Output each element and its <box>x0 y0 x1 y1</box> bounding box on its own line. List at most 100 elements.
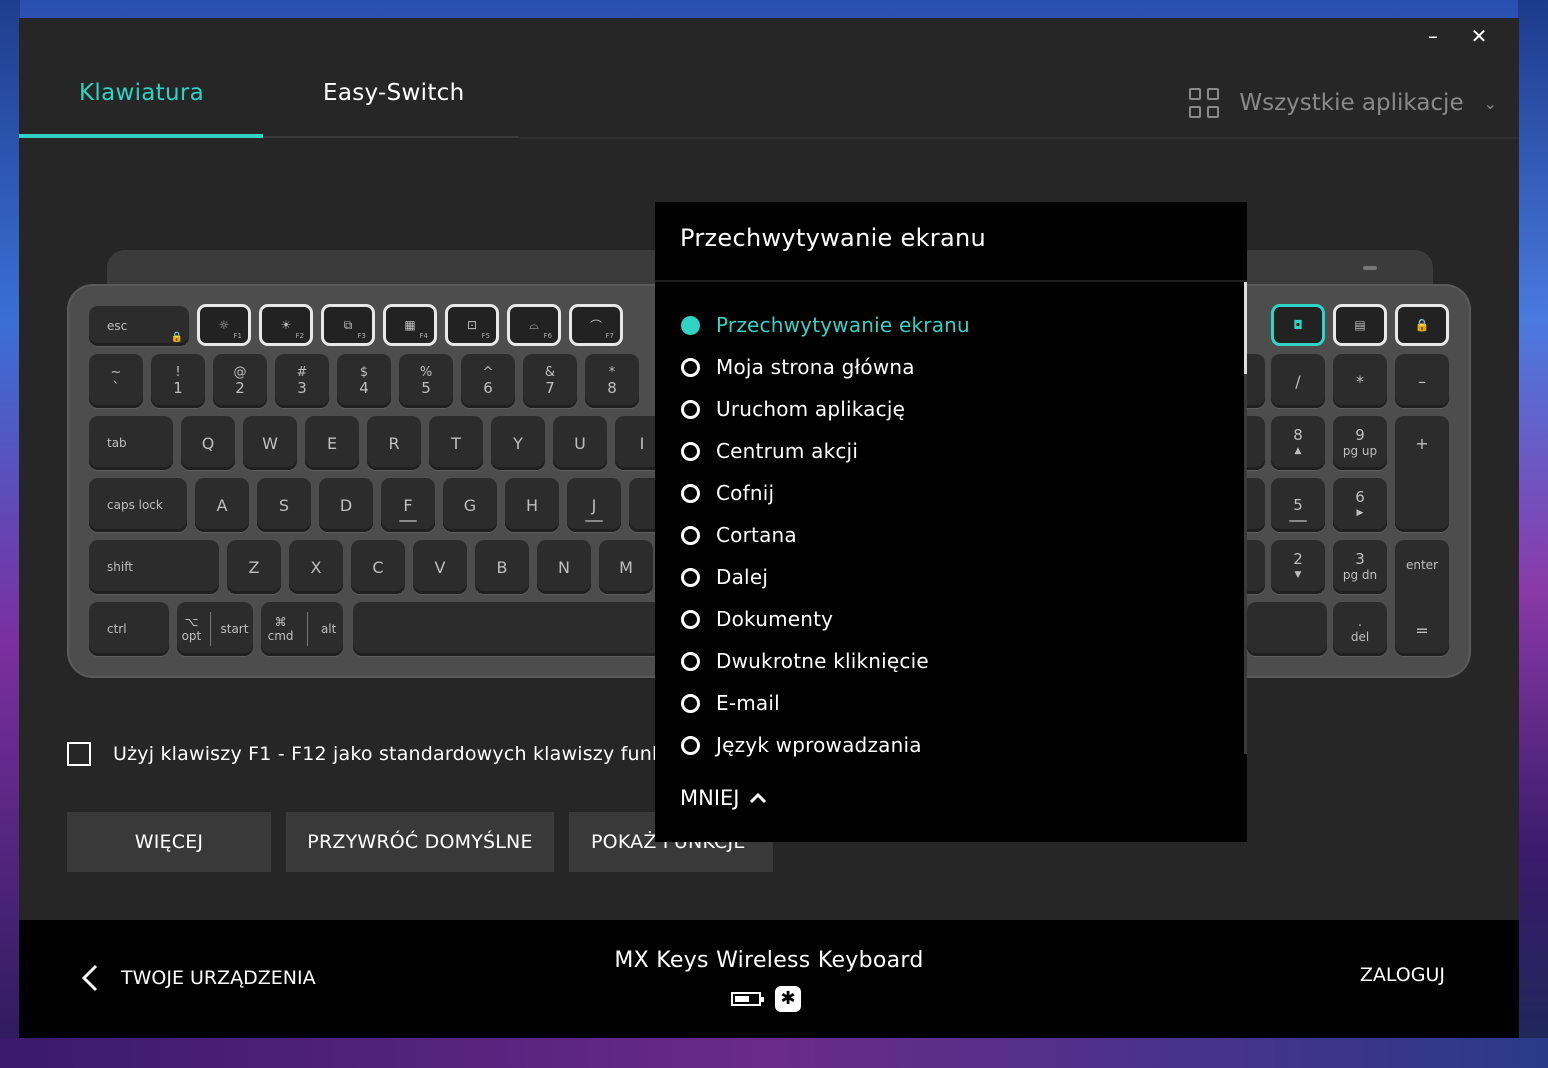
action-option-input-language[interactable]: Język wprowadzania <box>681 724 970 766</box>
key-num-minus[interactable]: – <box>1395 354 1449 408</box>
key-ctrl[interactable]: ctrl <box>89 602 169 656</box>
login-button[interactable]: ZALOGUJ <box>1360 964 1445 986</box>
key-tilde[interactable]: ~ ` <box>89 354 143 408</box>
fkeys-standard-checkbox[interactable] <box>67 742 91 766</box>
key-b[interactable]: B <box>475 540 529 594</box>
key-num-9[interactable]: 9 pg up <box>1333 416 1387 470</box>
key-5[interactable]: % 5 <box>399 354 453 408</box>
tab-keyboard[interactable]: Klawiatura <box>79 80 204 106</box>
action-option-home-page[interactable]: Moja strona główna <box>681 346 970 388</box>
key-f6-sub: F6 <box>543 332 552 340</box>
key-shift[interactable]: shift <box>89 540 219 594</box>
more-button[interactable]: WIĘCEJ <box>67 812 271 872</box>
action-option-label: Uruchom aplikację <box>716 397 906 421</box>
key-num-2[interactable]: 2 ▼ <box>1271 540 1325 594</box>
key-screen-capture[interactable]: ◘ <box>1271 304 1325 346</box>
header-divider <box>519 137 1519 139</box>
key-num-enter[interactable]: enter = <box>1395 540 1449 656</box>
action-option-launch-app[interactable]: Uruchom aplikację <box>681 388 970 430</box>
key-num-5[interactable]: 5 <box>1271 478 1325 532</box>
key-3-top: # <box>296 365 308 380</box>
key-8[interactable]: * 8 <box>585 354 639 408</box>
key-y[interactable]: Y <box>491 416 545 470</box>
key-num-slash[interactable]: / <box>1271 354 1325 408</box>
key-esc[interactable]: esc 🔒 <box>89 306 189 346</box>
key-z[interactable]: Z <box>227 540 281 594</box>
key-g[interactable]: G <box>443 478 497 532</box>
key-x[interactable]: X <box>289 540 343 594</box>
key-m[interactable]: M <box>599 540 653 594</box>
action-option-action-center[interactable]: Centrum akcji <box>681 430 970 472</box>
key-num-star[interactable]: * <box>1333 354 1387 408</box>
task-view-icon: ⧉ <box>343 317 353 332</box>
key-w[interactable]: W <box>243 416 297 470</box>
application-selector[interactable]: Wszystkie aplikacje ⌄ <box>1189 88 1497 118</box>
close-button[interactable]: ✕ <box>1467 24 1491 48</box>
key-s[interactable]: S <box>257 478 311 532</box>
action-option-label: Moja strona główna <box>716 355 915 379</box>
battery-icon <box>731 992 764 1006</box>
key-f7[interactable]: ⌒ F7 <box>569 304 623 346</box>
key-num-8[interactable]: 8 ▲ <box>1271 416 1325 470</box>
key-f6[interactable]: ⌓ F6 <box>507 304 561 346</box>
key-num-6[interactable]: 6 ▶ <box>1333 478 1387 532</box>
key-7[interactable]: & 7 <box>523 354 577 408</box>
radio-selected-icon <box>681 315 700 335</box>
key-e[interactable]: E <box>305 416 359 470</box>
key-u[interactable]: U <box>553 416 607 470</box>
key-space[interactable] <box>353 602 673 656</box>
key-a[interactable]: A <box>195 478 249 532</box>
key-3[interactable]: #3 <box>275 354 329 408</box>
action-option-label: Cortana <box>716 523 797 547</box>
key-context-menu[interactable]: ▤ <box>1333 304 1387 346</box>
key-v[interactable]: V <box>413 540 467 594</box>
key-2-bottom: 2 <box>235 379 245 397</box>
action-option-forward[interactable]: Dalej <box>681 556 970 598</box>
show-less-button[interactable]: MNIEJ <box>680 786 767 810</box>
key-r[interactable]: R <box>367 416 421 470</box>
key-h[interactable]: H <box>505 478 559 532</box>
key-num-equals-label: = <box>1415 621 1429 640</box>
key-d[interactable]: D <box>319 478 373 532</box>
action-option-email[interactable]: E-mail <box>681 682 970 724</box>
radio-icon <box>681 357 700 377</box>
restore-defaults-button[interactable]: PRZYWRÓĆ DOMYŚLNE <box>286 812 554 872</box>
key-q[interactable]: Q <box>181 416 235 470</box>
key-1[interactable]: ! 1 <box>151 354 205 408</box>
action-option-screen-capture[interactable]: Przechwytywanie ekranu <box>681 304 970 346</box>
key-4[interactable]: $4 <box>337 354 391 408</box>
key-j[interactable]: J <box>567 478 621 532</box>
key-lock[interactable]: 🔒 <box>1395 304 1449 346</box>
key-f[interactable]: F <box>381 478 435 532</box>
key-cmd-alt[interactable]: ⌘ cmd alt <box>261 602 343 656</box>
key-c[interactable]: C <box>351 540 405 594</box>
action-option-double-click[interactable]: Dwukrotne kliknięcie <box>681 640 970 682</box>
key-tab[interactable]: tab <box>89 416 173 470</box>
key-tilde-top: ~ <box>110 365 122 380</box>
key-opt-start[interactable]: ⌥ opt start <box>177 602 253 656</box>
minimize-button[interactable]: – <box>1421 24 1445 48</box>
show-less-label: MNIEJ <box>680 786 740 810</box>
action-option-back[interactable]: Cofnij <box>681 472 970 514</box>
action-option-documents[interactable]: Dokumenty <box>681 598 970 640</box>
grid-icon <box>1189 88 1220 118</box>
action-dropdown-divider <box>655 280 1247 282</box>
key-caps-lock[interactable]: caps lock <box>89 478 187 532</box>
key-num-del[interactable]: . del <box>1333 602 1387 656</box>
key-num-plus[interactable]: + <box>1395 416 1449 532</box>
key-f2[interactable]: ☀ F2 <box>259 304 313 346</box>
action-list-scrollbar-thumb[interactable] <box>1244 282 1247 374</box>
key-t[interactable]: T <box>429 416 483 470</box>
key-f4[interactable]: ▦ F4 <box>383 304 437 346</box>
action-option-cortana[interactable]: Cortana <box>681 514 970 556</box>
key-6[interactable]: ^ 6 <box>461 354 515 408</box>
key-f3[interactable]: ⧉ F3 <box>321 304 375 346</box>
key-f1[interactable]: ☼ F1 <box>197 304 251 346</box>
key-f5[interactable]: ⊡ F5 <box>445 304 499 346</box>
key-n[interactable]: N <box>537 540 591 594</box>
tab-easy-switch[interactable]: Easy-Switch <box>323 80 464 106</box>
action-dropdown-title: Przechwytywanie ekranu <box>680 224 987 252</box>
fkeys-standard-checkbox-row[interactable]: Użyj klawiszy F1 - F12 jako standardowyc… <box>67 742 737 766</box>
key-2[interactable]: @2 <box>213 354 267 408</box>
key-num-3[interactable]: 3 pg dn <box>1333 540 1387 594</box>
